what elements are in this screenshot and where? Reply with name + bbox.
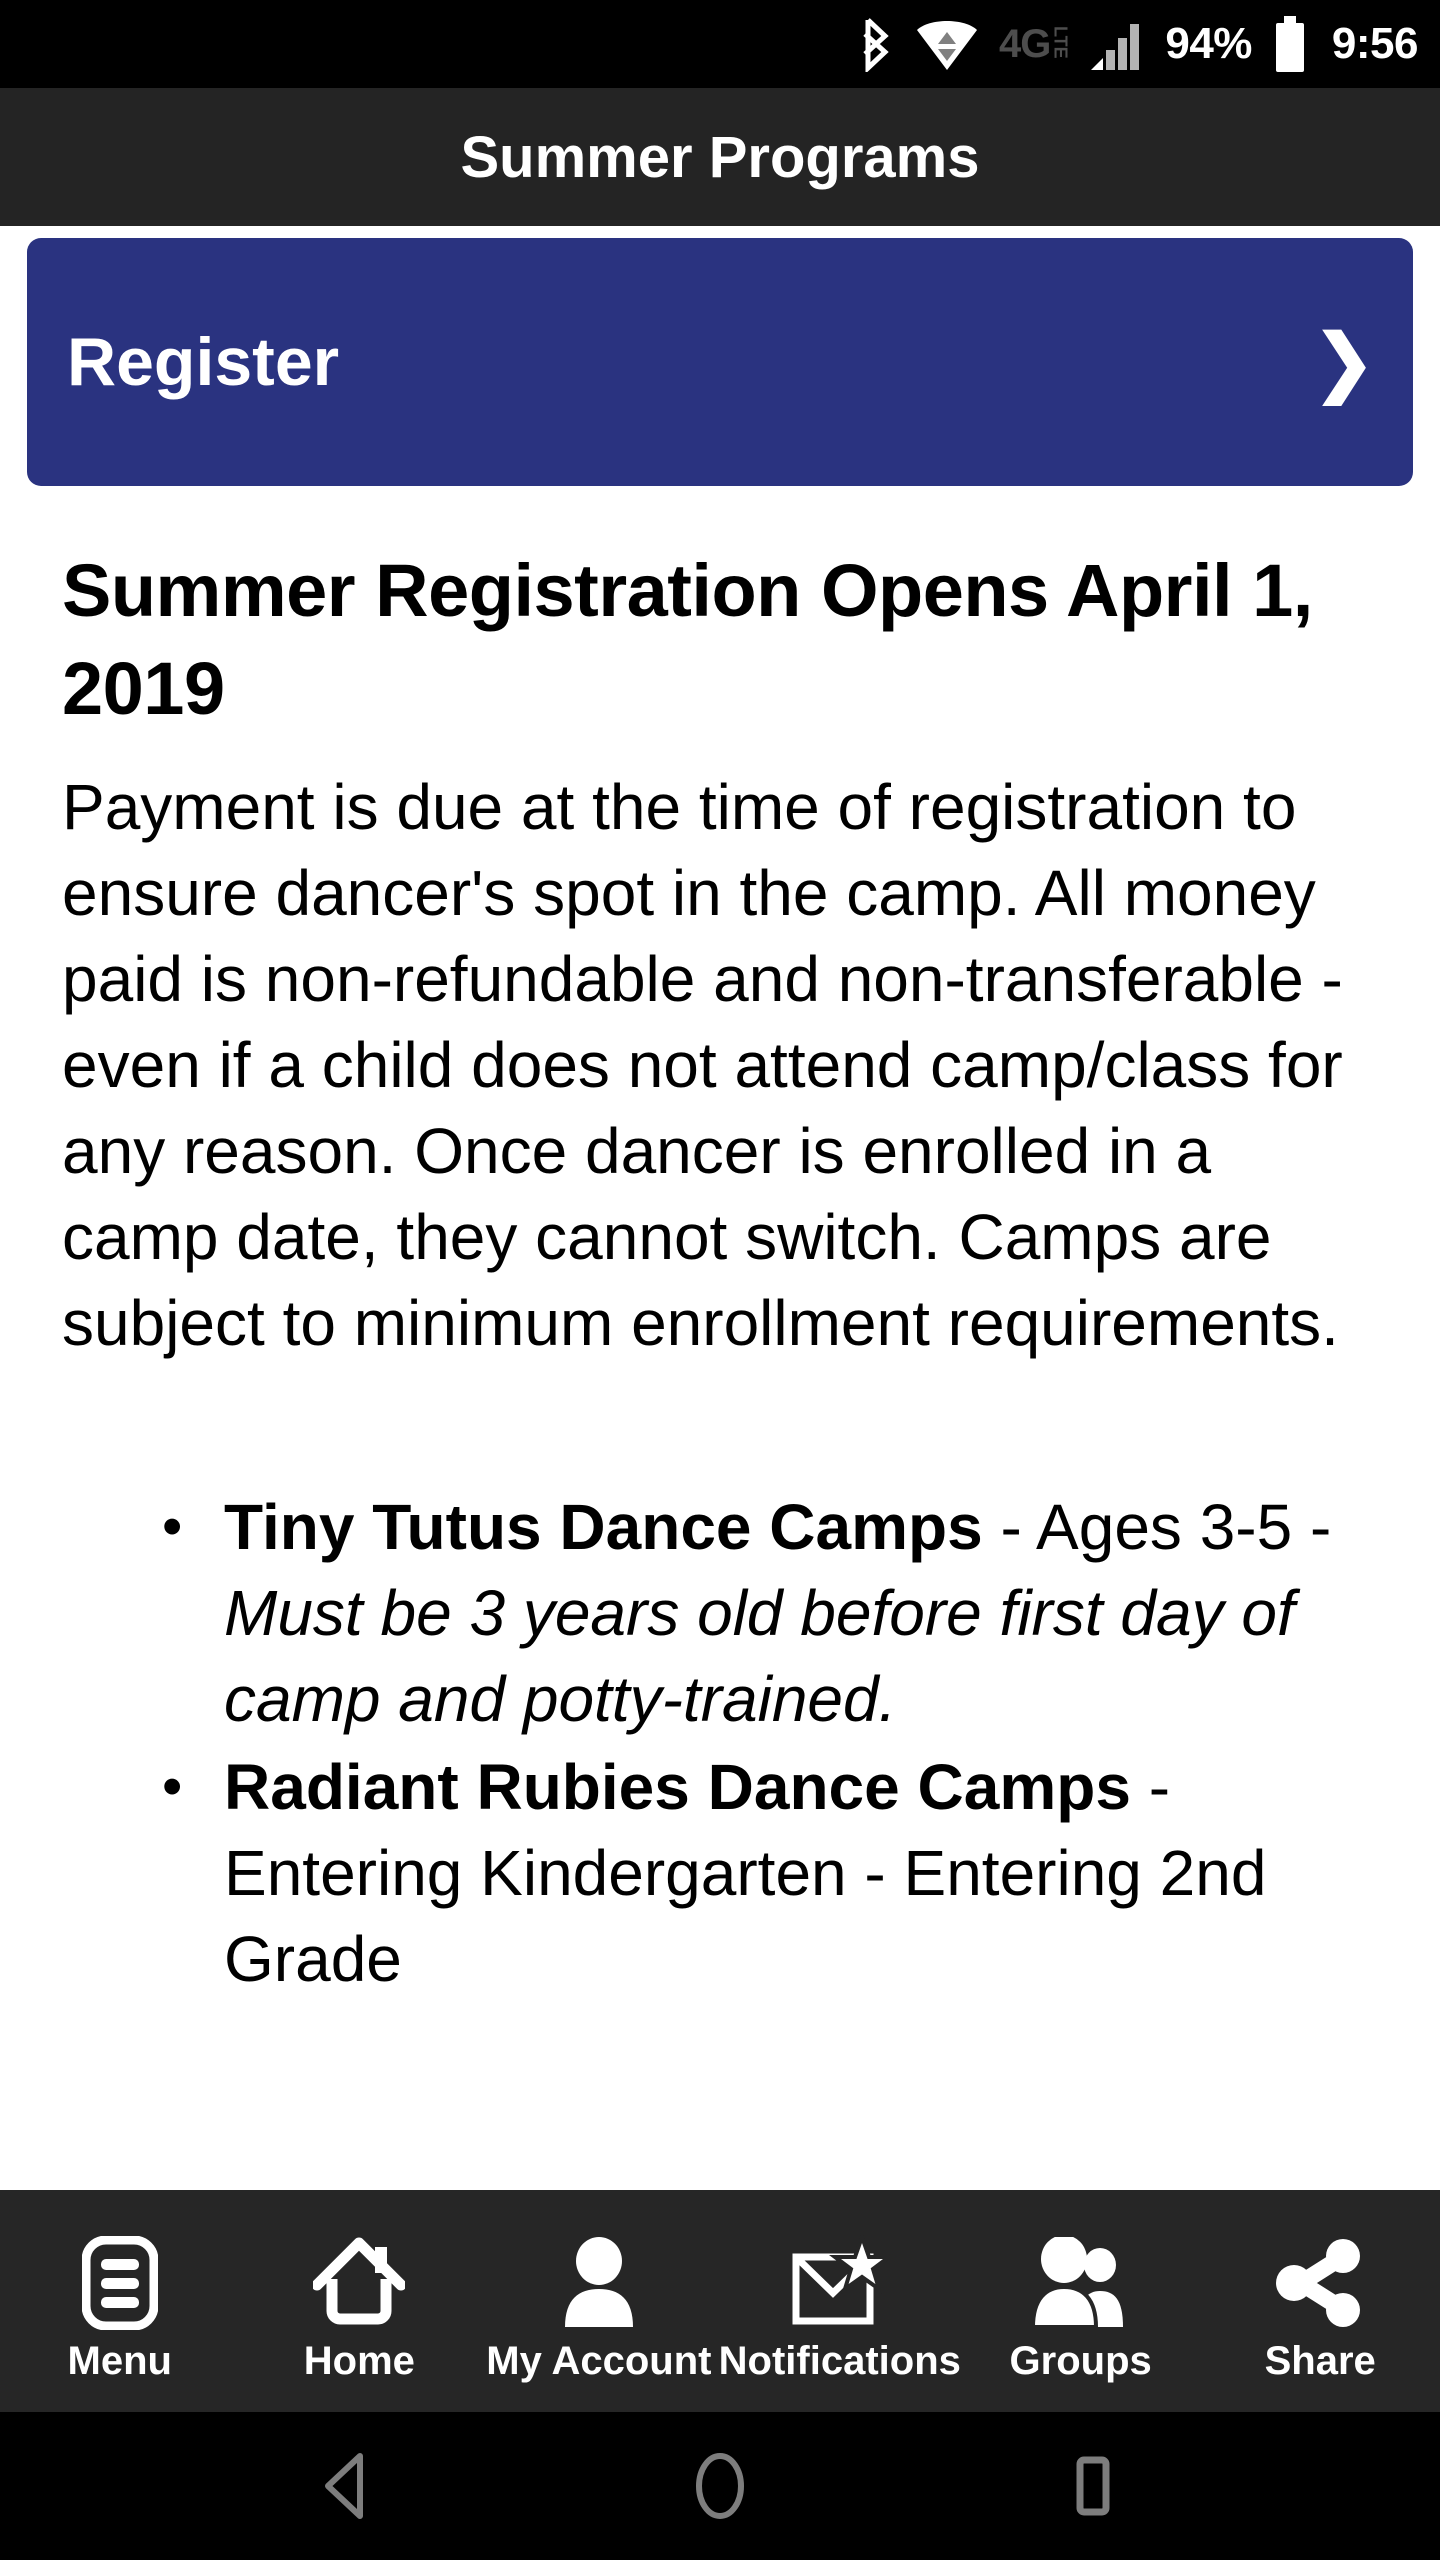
app-bottom-nav: Menu Home My Account Notifications Group… (0, 2190, 1440, 2412)
status-bar: 4G LTE 94% 9:56 (0, 0, 1440, 88)
nav-item-menu[interactable]: Menu (0, 2190, 240, 2412)
nav-label-notifications: Notifications (718, 2339, 961, 2383)
network-type-label: 4G (998, 22, 1051, 66)
battery-percent-label: 94% (1165, 19, 1252, 68)
nav-label-share: Share (1264, 2339, 1376, 2383)
app-title-bar: Summer Programs (0, 88, 1440, 226)
clock-label: 9:56 (1331, 19, 1419, 68)
battery-icon (1272, 15, 1308, 73)
nav-label-home: Home (303, 2339, 415, 2383)
article-body: Payment is due at the time of registrati… (62, 771, 1343, 1359)
back-button[interactable] (272, 2451, 422, 2521)
content-scroll-area[interactable]: Register ❯ Summer Registration Opens Apr… (0, 226, 1440, 2190)
phone-screen: 4G LTE 94% 9:56 Summer Programs Register… (0, 0, 1440, 2560)
nav-label-my-account: My Account (486, 2339, 712, 2383)
people-group-icon (1028, 2232, 1134, 2334)
nav-item-notifications[interactable]: Notifications (719, 2190, 961, 2412)
wifi-icon (915, 16, 979, 72)
back-triangle-icon (316, 2451, 378, 2521)
signal-bars-icon (1089, 16, 1145, 72)
nav-label-menu: Menu (67, 2339, 172, 2383)
list-item: Radiant Rubies Dance Camps - Entering Ki… (162, 1744, 1382, 2002)
envelope-star-icon (790, 2232, 890, 2334)
camp-list: Tiny Tutus Dance Camps - Ages 3-5 - Must… (62, 1484, 1382, 2002)
article-heading: Summer Registration Opens April 1, 2019 (62, 549, 1313, 730)
home-button[interactable] (645, 2451, 795, 2521)
network-type-icon: 4G LTE (998, 22, 1071, 66)
home-icon (313, 2232, 406, 2334)
page-title: Summer Programs (460, 124, 980, 190)
nav-item-groups[interactable]: Groups (961, 2190, 1201, 2412)
menu-list-icon (81, 2232, 158, 2334)
recents-button[interactable] (1018, 2451, 1168, 2521)
recents-square-icon (1062, 2451, 1124, 2521)
camp-detail: - Ages 3-5 - (982, 1491, 1332, 1563)
chevron-right-icon: ❯ (1312, 320, 1375, 403)
nav-item-my-account[interactable]: My Account (479, 2190, 719, 2412)
status-icon-group: 4G LTE 94% 9:56 (855, 15, 1419, 73)
camp-note: Must be 3 years old before first day of … (224, 1577, 1295, 1735)
register-button-label: Register (67, 324, 340, 400)
share-nodes-icon (1273, 2232, 1367, 2334)
network-sub-label: LTE (1050, 26, 1071, 59)
article: Summer Registration Opens April 1, 2019 … (0, 542, 1440, 2002)
nav-label-groups: Groups (1009, 2339, 1152, 2383)
bluetooth-icon (855, 16, 895, 72)
home-circle-icon (689, 2451, 751, 2521)
camp-name: Tiny Tutus Dance Camps (224, 1491, 983, 1563)
camp-name: Radiant Rubies Dance Camps (224, 1751, 1131, 1823)
nav-item-share[interactable]: Share (1200, 2190, 1440, 2412)
android-system-nav (0, 2412, 1440, 2560)
person-icon (555, 2232, 643, 2334)
register-button[interactable]: Register ❯ (27, 238, 1413, 486)
nav-item-home[interactable]: Home (240, 2190, 480, 2412)
list-item: Tiny Tutus Dance Camps - Ages 3-5 - Must… (162, 1484, 1382, 1742)
